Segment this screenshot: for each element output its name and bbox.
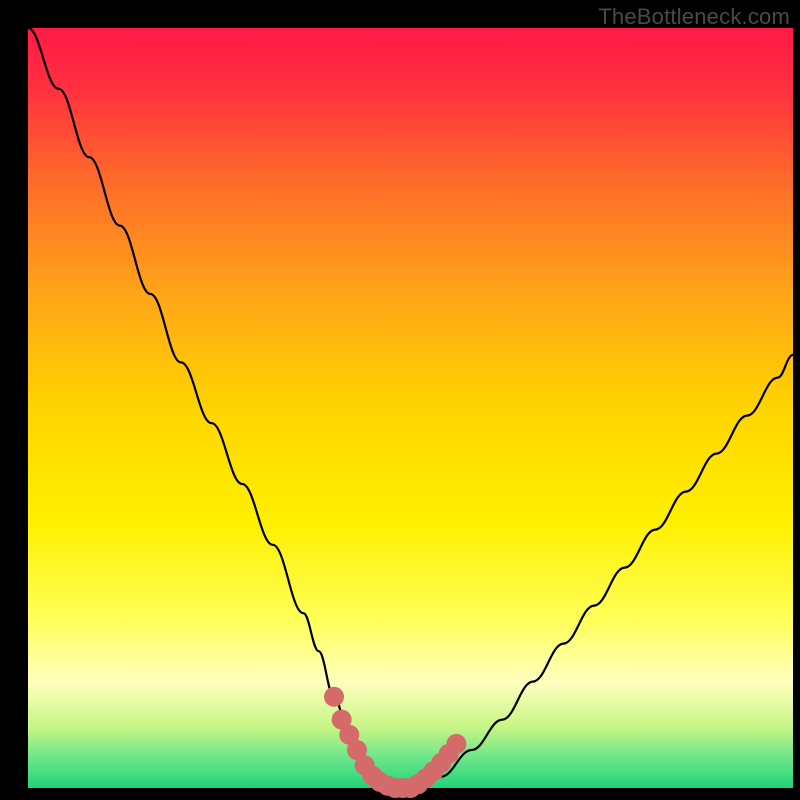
marker-dot <box>324 687 344 707</box>
watermark-text: TheBottleneck.com <box>598 4 790 30</box>
bottleneck-chart <box>0 0 800 800</box>
marker-dot <box>446 734 466 754</box>
plot-background <box>28 28 793 788</box>
chart-frame: TheBottleneck.com <box>0 0 800 800</box>
